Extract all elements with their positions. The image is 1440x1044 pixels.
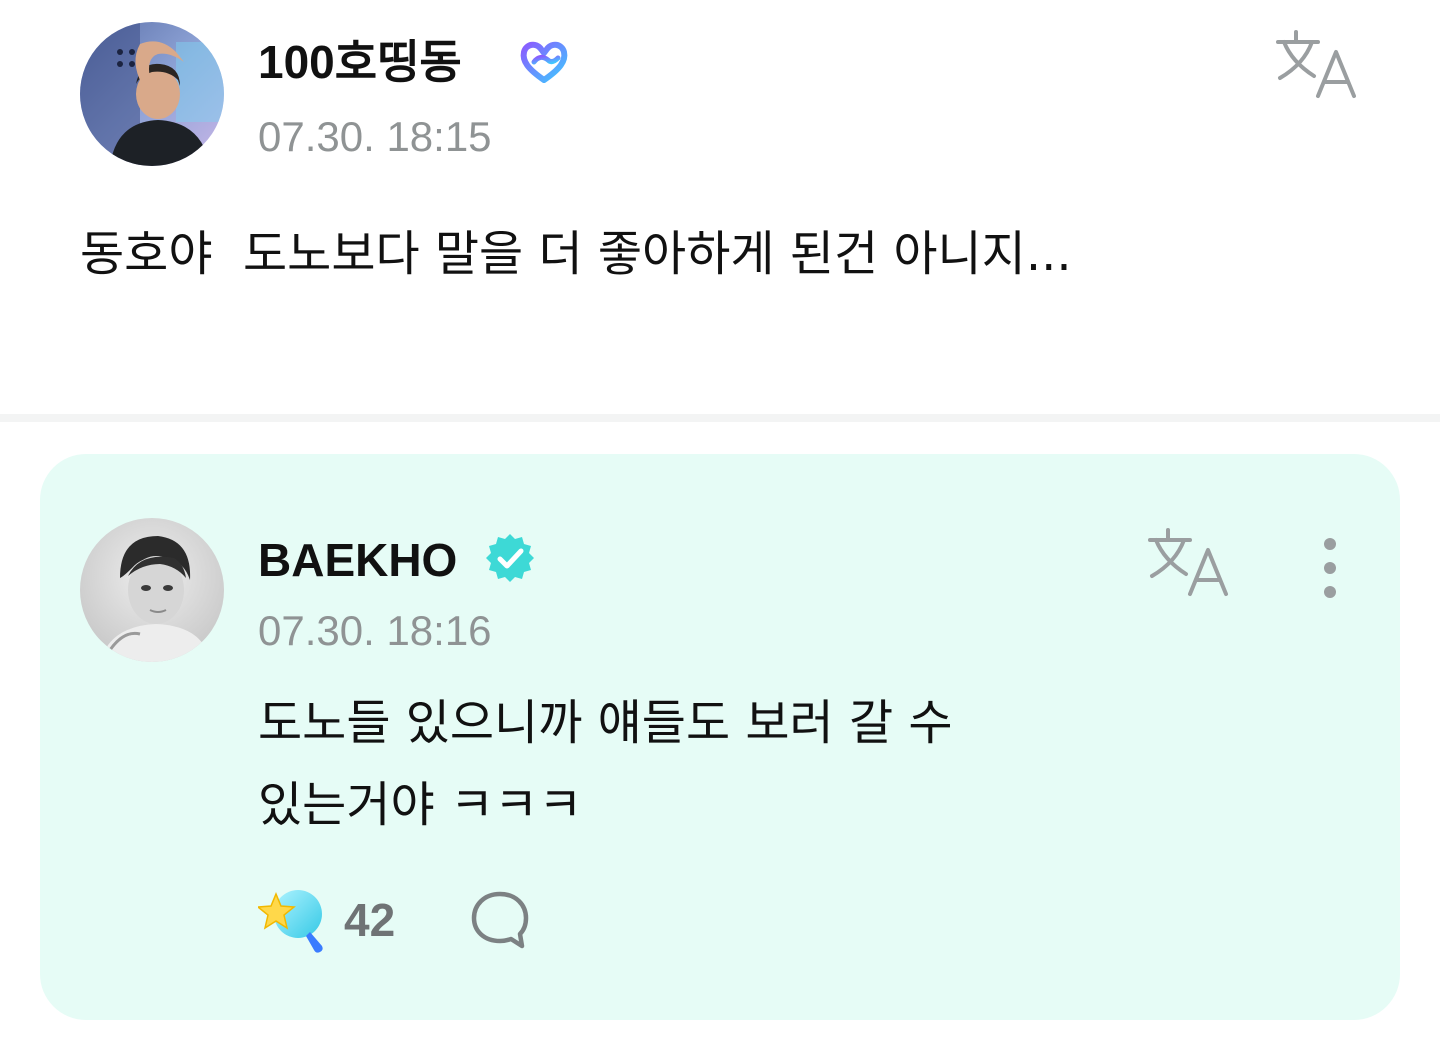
post-author-name[interactable]: 100호띵동 bbox=[258, 34, 462, 90]
post-timestamp: 07.30. 18:15 bbox=[258, 113, 492, 160]
fan-avatar[interactable] bbox=[80, 22, 224, 166]
post-body-text: 동호야 도노보다 말을 더 좋아하게 된건 아니지... bbox=[80, 226, 1072, 282]
translate-icon[interactable] bbox=[1146, 526, 1234, 598]
reply-author-name[interactable]: BAEKHO bbox=[258, 532, 457, 588]
fan-post: 100호띵동 07.30. 18:15 동호야 도노보다 말을 더 좋아하게 된… bbox=[0, 0, 1440, 414]
star-like-icon[interactable] bbox=[258, 884, 330, 954]
fan-avatar-image bbox=[80, 22, 224, 166]
like-count: 42 bbox=[344, 894, 396, 946]
artist-avatar-image bbox=[80, 518, 224, 662]
reply-actions: 42 bbox=[258, 884, 658, 954]
post-detail-page: 100호띵동 07.30. 18:15 동호야 도노보다 말을 더 좋아하게 된… bbox=[0, 0, 1440, 1044]
fan-heart-badge-icon bbox=[520, 41, 568, 83]
verified-badge-icon bbox=[486, 534, 534, 582]
translate-icon[interactable] bbox=[1274, 28, 1362, 100]
reply-timestamp: 07.30. 18:16 bbox=[258, 607, 492, 654]
reply-body-line: 도노들 있으니까 얘들도 보러 갈 수 bbox=[258, 695, 953, 751]
more-vertical-icon[interactable] bbox=[1308, 532, 1352, 604]
reply-body-line: 있는거야 ㅋㅋㅋ bbox=[258, 777, 583, 833]
reply-body-text: 도노들 있으니까 얘들도 보러 갈 수 있는거야 ㅋㅋㅋ bbox=[258, 682, 1158, 846]
artist-avatar[interactable] bbox=[80, 518, 224, 662]
comment-bubble-icon[interactable] bbox=[468, 888, 532, 952]
section-divider bbox=[0, 414, 1440, 422]
artist-reply-card: BAEKHO 07.30. 18:16 도노들 있으니까 얘들도 보러 갈 수 … bbox=[40, 454, 1400, 1020]
